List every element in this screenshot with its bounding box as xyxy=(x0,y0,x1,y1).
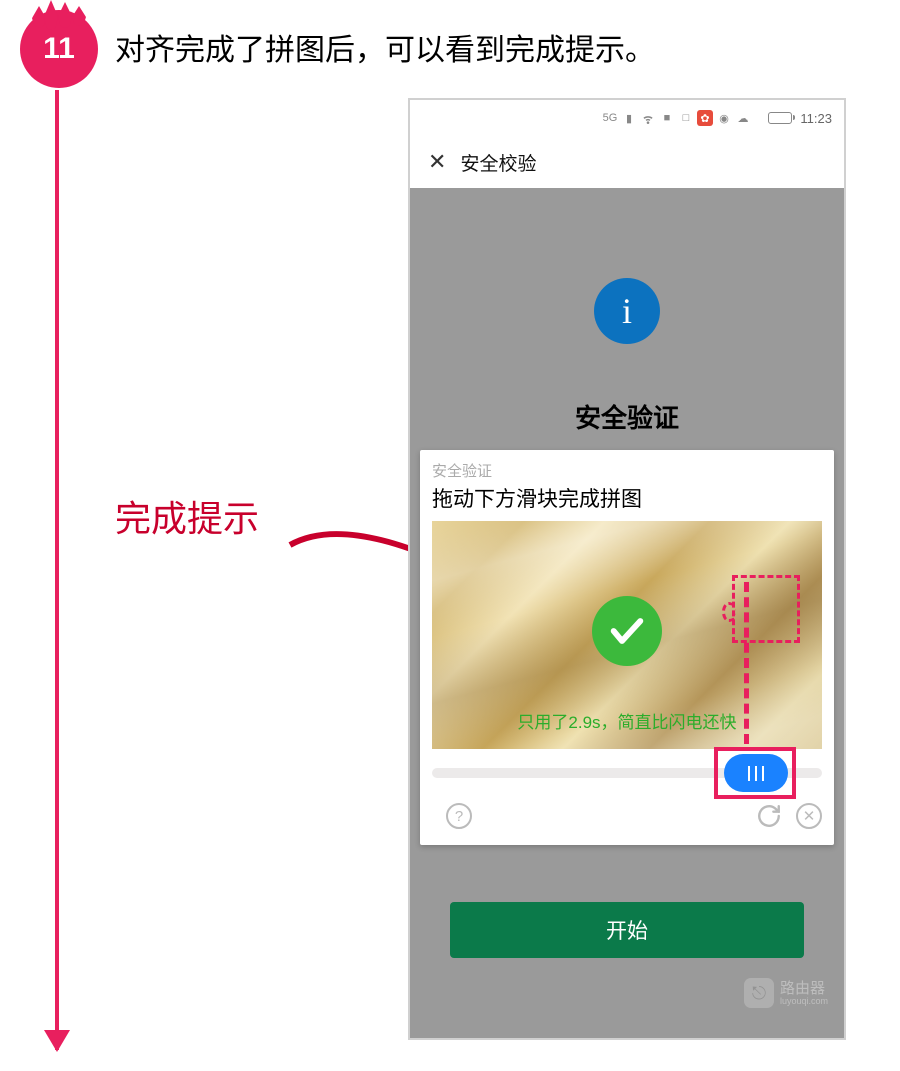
captcha-small-label: 安全验证 xyxy=(432,460,822,481)
watermark-icon: ⎋ xyxy=(744,978,774,1008)
help-icon[interactable]: ? xyxy=(446,803,472,829)
close-captcha-icon[interactable]: ✕ xyxy=(796,803,822,829)
info-icon: i xyxy=(594,278,660,344)
page-title: 安全校验 xyxy=(460,149,536,176)
sound-icon: ◉ xyxy=(716,110,732,126)
captcha-instruction: 拖动下方滑块完成拼图 xyxy=(432,483,822,513)
square-icon: □ xyxy=(678,110,694,126)
captcha-card: 安全验证 拖动下方滑块完成拼图 只用了2.9s，简直比闪电还快 xyxy=(420,450,834,845)
step-number-badge: 11 xyxy=(20,10,98,88)
slider-handle[interactable] xyxy=(724,754,788,792)
security-heading: 安全验证 xyxy=(410,398,844,435)
slider-row xyxy=(432,755,822,791)
puzzle-slot-highlight xyxy=(732,575,800,643)
cloud-icon: ☁ xyxy=(735,110,751,126)
start-button[interactable]: 开始 xyxy=(450,902,804,958)
video-icon: ■ xyxy=(659,110,675,126)
vertical-flow-arrow xyxy=(55,90,59,1050)
captcha-toolbar: ? ✕ xyxy=(432,801,822,831)
success-message: 只用了2.9s，简直比闪电还快 xyxy=(432,708,822,733)
close-icon[interactable]: ✕ xyxy=(428,149,446,175)
captcha-image: 只用了2.9s，简直比闪电还快 xyxy=(432,521,822,749)
refresh-icon[interactable] xyxy=(756,803,782,829)
page-header: ✕ 安全校验 xyxy=(410,136,844,188)
status-bar: 5G ▮ ■ □ ✿ ◉ ☁ 11:23 xyxy=(410,100,844,136)
step-number: 11 xyxy=(43,32,75,66)
dashed-connector xyxy=(744,582,749,744)
wifi-icon xyxy=(640,110,656,126)
signal-icon: ▮ xyxy=(621,110,637,126)
watermark-subtitle: luyouqi.com xyxy=(780,996,828,1006)
step-description: 对齐完成了拼图后，可以看到完成提示。 xyxy=(115,25,655,69)
phone-screenshot: 5G ▮ ■ □ ✿ ◉ ☁ 11:23 ✕ 安全校验 i 安全验证 安全验证 … xyxy=(408,98,846,1040)
success-check-icon xyxy=(592,596,662,666)
annotation-label: 完成提示 xyxy=(115,490,259,542)
battery-icon xyxy=(768,112,792,124)
watermark: ⎋ 路由器 luyouqi.com xyxy=(744,978,828,1008)
huawei-app-icon: ✿ xyxy=(697,110,713,126)
status-time: 11:23 xyxy=(800,111,832,126)
watermark-title: 路由器 xyxy=(780,981,828,996)
page-content: i 安全验证 安全验证 拖动下方滑块完成拼图 只用了2.9s，简直比闪电还快 xyxy=(410,188,844,1038)
network-5g-icon: 5G xyxy=(602,110,618,126)
